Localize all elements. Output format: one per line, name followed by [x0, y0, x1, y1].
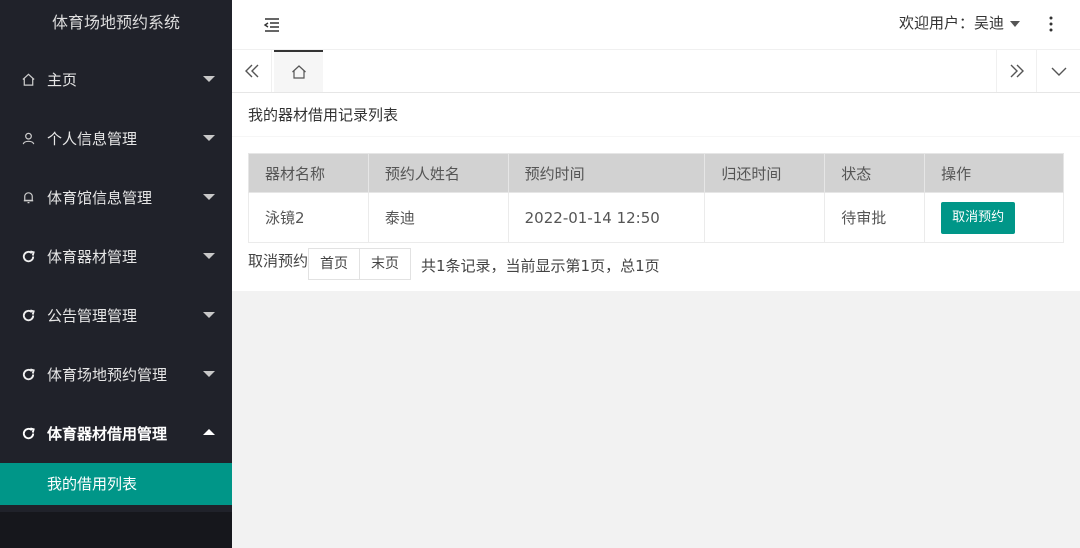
- chevron-down-icon: [1010, 20, 1020, 27]
- sidebar-item-label: 个人信息管理: [47, 130, 138, 148]
- sidebar-item-label: 体育器材管理: [47, 248, 138, 266]
- column-header: 归还时间: [704, 153, 826, 193]
- sidebar-item-equipment-borrow[interactable]: 体育器材借用管理: [0, 404, 232, 463]
- chevron-down-icon: [203, 76, 215, 82]
- sidebar-item-equipment[interactable]: 体育器材管理: [0, 227, 232, 286]
- page-tabs-bar: [232, 50, 1080, 93]
- sidebar-item-venue-booking[interactable]: 体育场地预约管理: [0, 345, 232, 404]
- cancel-reservation-button[interactable]: 取消预约: [941, 201, 1016, 234]
- home-icon: [20, 72, 36, 88]
- first-page-button[interactable]: 首页: [308, 248, 361, 280]
- cell-name: 泰迪: [367, 192, 509, 243]
- tabs-scroll-right-button[interactable]: [996, 50, 1036, 92]
- column-header: 预约时间: [507, 153, 706, 193]
- page-title: 我的器材借用记录列表: [232, 93, 1080, 137]
- sidebar-item-label: 体育馆信息管理: [47, 189, 153, 207]
- bell-icon: [20, 190, 36, 206]
- tab-home[interactable]: [274, 50, 323, 92]
- cell-return-time: [704, 192, 826, 243]
- sidebar-item-label: 公告管理管理: [47, 307, 138, 325]
- sidebar-nav: 主页 个人信息管理 体育馆信息管理 体育器材管理 公告管理管理 体育场地预约管理…: [0, 50, 232, 505]
- pagination: 取消预约 首页 末页 共1条记录，当前显示第1页，总1页: [248, 248, 660, 280]
- chevron-down-icon: [203, 371, 215, 377]
- table-header-row: 器材名称 预约人姓名 预约时间 归还时间 状态 操作: [248, 153, 1064, 193]
- refresh-icon: [20, 249, 36, 265]
- sidebar-item-label: 体育场地预约管理: [47, 366, 168, 384]
- chevron-up-icon: [203, 429, 215, 435]
- sidebar-item-label: 体育器材借用管理: [47, 425, 168, 443]
- column-header: 状态: [824, 153, 926, 193]
- last-page-button[interactable]: 末页: [360, 248, 412, 280]
- chevron-down-icon: [203, 312, 215, 318]
- pager-info: 共1条记录，当前显示第1页，总1页: [421, 257, 660, 275]
- sidebar: 体育场地预约系统 主页 个人信息管理 体育馆信息管理 体育器材管理 公告管理管理…: [0, 0, 232, 548]
- double-chevron-left-icon: [244, 64, 258, 78]
- cell-status: 待审批: [824, 192, 926, 243]
- top-header: 欢迎用户：吴迪: [232, 0, 1080, 50]
- app-logo-title: 体育场地预约系统: [0, 0, 232, 50]
- refresh-icon: [20, 308, 36, 324]
- menu-collapse-icon[interactable]: [262, 15, 282, 35]
- column-header: 操作: [924, 153, 1064, 193]
- sidebar-item-notice[interactable]: 公告管理管理: [0, 286, 232, 345]
- pager-label: 取消预约: [248, 252, 309, 270]
- column-header: 器材名称: [248, 153, 369, 193]
- refresh-icon: [20, 426, 36, 442]
- double-chevron-right-icon: [1010, 64, 1024, 78]
- more-vertical-icon[interactable]: [1044, 14, 1058, 34]
- chevron-down-icon: [1051, 67, 1066, 76]
- user-icon: [20, 131, 36, 147]
- main-card: 我的器材借用记录列表 器材名称 预约人姓名 预约时间 归还时间 状态 操作 泳镜…: [232, 93, 1080, 291]
- chevron-down-icon: [203, 135, 215, 141]
- column-header: 预约人姓名: [367, 153, 509, 193]
- sidebar-subitem-my-borrow-list[interactable]: 我的借用列表: [0, 463, 232, 505]
- sidebar-item-label: 主页: [47, 71, 78, 89]
- home-icon: [291, 65, 306, 79]
- sidebar-footer: [0, 512, 232, 548]
- user-welcome-label: 欢迎用户：吴迪: [898, 14, 1004, 32]
- cell-equipment: 泳镜2: [248, 192, 369, 243]
- table-row: 泳镜2 泰迪 2022-01-14 12:50 待审批 取消预约: [248, 192, 1064, 243]
- borrow-records-table: 器材名称 预约人姓名 预约时间 归还时间 状态 操作 泳镜2 泰迪 2022-0…: [248, 153, 1064, 243]
- sidebar-item-home[interactable]: 主页: [0, 50, 232, 109]
- tabs-options-button[interactable]: [1036, 50, 1080, 92]
- refresh-icon: [20, 367, 36, 383]
- sidebar-item-gym-info[interactable]: 体育馆信息管理: [0, 168, 232, 227]
- chevron-down-icon: [203, 194, 215, 200]
- tabs-scroll-left-button[interactable]: [232, 50, 272, 92]
- cell-action: 取消预约: [924, 192, 1064, 243]
- sidebar-item-profile[interactable]: 个人信息管理: [0, 109, 232, 168]
- cell-reserve-time: 2022-01-14 12:50: [507, 192, 706, 243]
- user-menu[interactable]: 欢迎用户：吴迪: [899, 0, 1020, 46]
- chevron-down-icon: [203, 253, 215, 259]
